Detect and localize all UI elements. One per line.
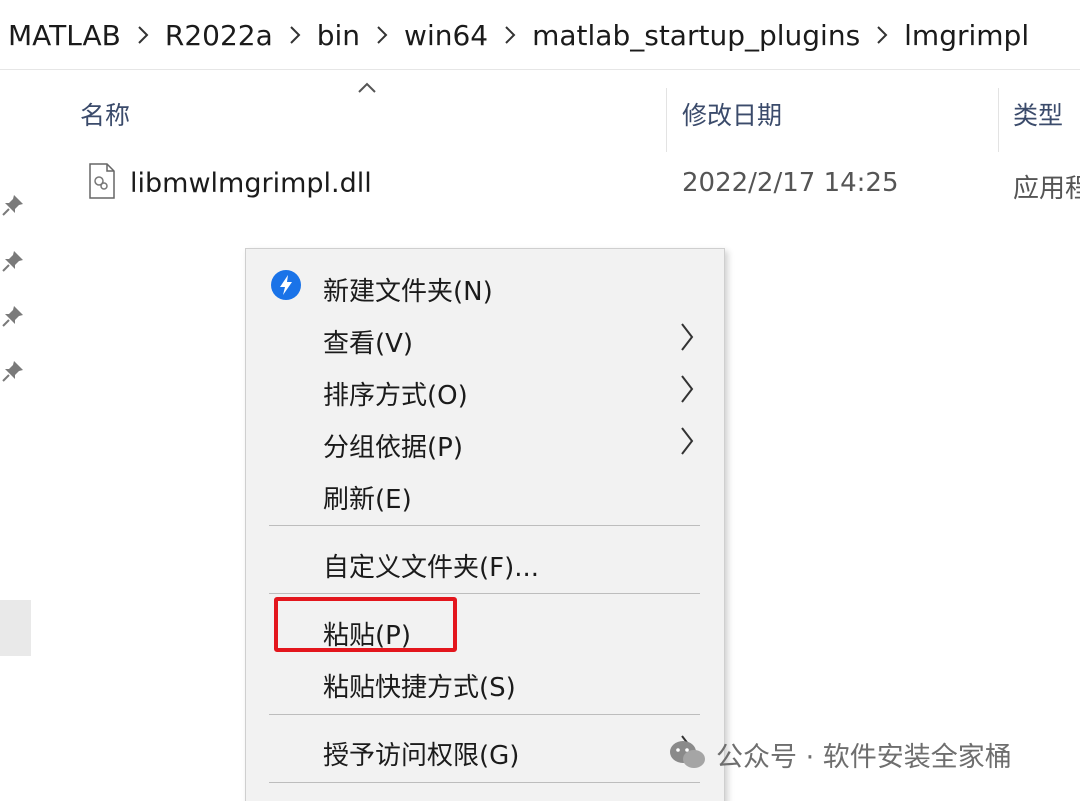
menu-item-label: 授予访问权限(G) [323,741,520,771]
menu-item-new-folder[interactable]: 新建文件夹(N) [246,263,724,309]
menu-separator [269,525,700,526]
chevron-right-icon[interactable] [273,24,317,46]
pin-icon[interactable] [0,303,26,333]
breadcrumb-item-lmgrimpl[interactable]: lmgrimpl [904,19,1029,52]
column-divider[interactable] [998,88,999,152]
pin-icon[interactable] [0,248,26,278]
menu-separator [269,714,700,715]
pin-icon[interactable] [0,358,26,388]
menu-item-give-access[interactable]: 授予访问权限(G) [246,727,724,773]
menu-item-paste-shortcut[interactable]: 粘贴快捷方式(S) [246,659,724,705]
pin-icon[interactable] [0,192,26,222]
chevron-right-icon [679,373,695,409]
chat-bubble-icon [670,740,705,768]
paste-highlight-box [274,597,457,652]
menu-item-label: 排序方式(O) [323,381,468,411]
breadcrumb-divider [0,69,1080,70]
breadcrumb-item-startup-plugins[interactable]: matlab_startup_plugins [532,19,860,52]
menu-item-label: 新建文件夹(N) [323,277,493,307]
menu-item-sort-by[interactable]: 排序方式(O) [246,367,724,413]
chevron-right-icon [679,321,695,357]
column-header-type[interactable]: 类型 [1013,96,1063,132]
menu-item-label: 粘贴快捷方式(S) [323,673,516,703]
menu-item-label: 分组依据(P) [323,433,463,463]
menu-item-view[interactable]: 查看(V) [246,315,724,361]
file-name: libmwlmgrimpl.dll [130,168,372,199]
breadcrumb-item-matlab[interactable]: MATLAB [0,19,121,52]
column-divider[interactable] [666,88,667,152]
breadcrumb-item-win64[interactable]: win64 [404,19,488,52]
menu-item-group-by[interactable]: 分组依据(P) [246,419,724,465]
chevron-right-icon[interactable] [860,24,904,46]
context-menu: 新建文件夹(N) 查看(V) 排序方式(O) 分组依据(P) 刷新(E) 自定义 [245,248,725,801]
breadcrumb-item-bin[interactable]: bin [317,19,360,52]
chevron-right-icon[interactable] [360,24,404,46]
menu-item-label: 刷新(E) [323,485,412,515]
shield-icon [270,269,302,305]
menu-item-refresh[interactable]: 刷新(E) [246,471,724,517]
file-modified-date: 2022/2/17 14:25 [682,168,899,198]
file-list-row[interactable]: libmwlmgrimpl.dll 2022/2/17 14:25 应用程 [0,160,1080,210]
column-header-row: 名称 修改日期 类型 [0,78,1080,152]
menu-item-label: 查看(V) [323,329,414,359]
sort-ascending-icon [356,80,378,99]
menu-separator [269,782,700,783]
file-type: 应用程 [1013,174,1080,204]
nav-item-selected[interactable] [0,600,31,656]
chevron-right-icon[interactable] [121,24,165,46]
file-explorer-window: MATLAB R2022a bin win64 matlab_startup_p… [0,0,1080,801]
dll-file-icon [88,163,116,203]
column-header-name[interactable]: 名称 [80,96,130,132]
chevron-right-icon[interactable] [488,24,532,46]
menu-item-label: 自定义文件夹(F)... [323,553,540,583]
chevron-right-icon [679,425,695,461]
watermark: 公众号 · 软件安装全家桶 [668,735,1012,774]
column-header-date[interactable]: 修改日期 [682,96,782,132]
menu-item-customize-folder[interactable]: 自定义文件夹(F)... [246,539,724,585]
menu-separator [269,593,700,594]
breadcrumb-item-r2022a[interactable]: R2022a [165,19,273,52]
watermark-text: 公众号 · 软件安装全家桶 [716,742,1012,773]
breadcrumb: MATLAB R2022a bin win64 matlab_startup_p… [0,0,1080,70]
